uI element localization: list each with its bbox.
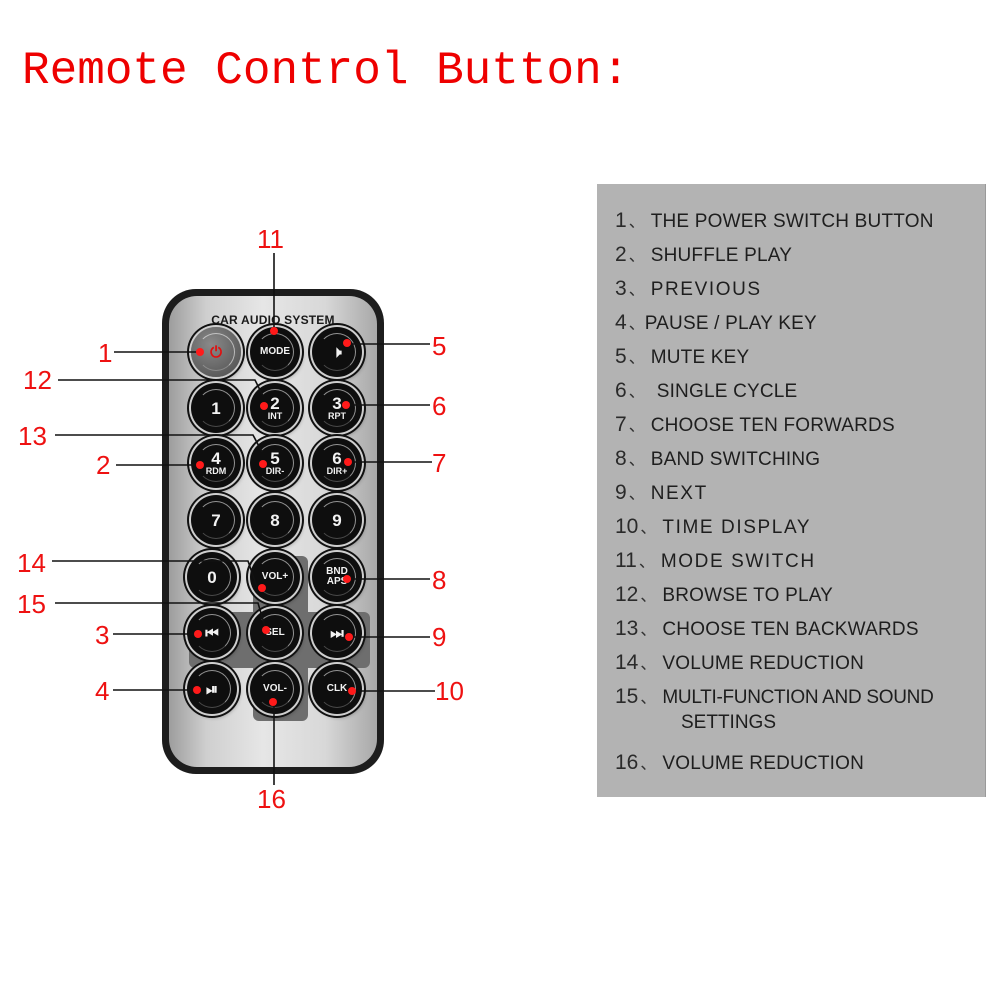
legend-item-15-continuation: SETTINGS [681,712,777,733]
callout-3: 3 [95,620,110,650]
button-0[interactable]: 0 [187,552,237,602]
legend-item-15: 15、 MULTI-FUNCTION AND SOUND [615,685,934,708]
legend-item-7: 7、 CHOOSE TEN FORWARDS [615,413,895,436]
button-8[interactable]: 8 [250,495,300,545]
callout-13: 13 [18,421,47,451]
button-label: 3 [332,394,342,413]
legend-item-9: 9、 NEXT [615,481,708,504]
callout-15: 15 [17,589,46,619]
mute-button[interactable]: 🕨 [312,327,362,377]
button-7[interactable]: 7 [191,495,241,545]
button-label: 2 [270,394,280,413]
marker-6 [342,401,350,409]
play-pause-icon: ⏯ [205,680,218,698]
button-1[interactable]: 1 [191,383,241,433]
marker-5 [343,339,351,347]
band-aps-button[interactable]: BND APS [312,552,362,602]
button-sublabel: RDM [205,466,227,476]
marker-15 [262,626,270,634]
marker-16 [269,698,277,706]
button-9[interactable]: 9 [312,495,362,545]
button-3-rpt[interactable]: 3 RPT [312,383,362,433]
legend-item-16: 16、 VOLUME REDUCTION [615,751,865,774]
legend-item-14: 14、 VOLUME REDUCTION [615,651,865,674]
button-label: 9 [332,510,342,530]
button-label: 0 [207,567,217,587]
volume-up-button[interactable]: VOL+ [250,552,300,602]
legend-item-1: 1、 THE POWER SWITCH BUTTON [615,209,934,232]
button-sublabel: INT [267,411,283,421]
button-label: 6 [332,449,342,468]
marker-8 [343,575,351,583]
button-label: VOL- [263,683,287,694]
marker-11 [270,327,278,335]
remote-brand-label: CAR AUDIO SYSTEM [211,313,335,327]
callout-5: 5 [432,331,447,361]
legend-item-6: 6、 SINGLE CYCLE [615,379,798,402]
power-icon: ⏻ [210,343,222,361]
legend-item-4: 4、 PAUSE / PLAY KEY [615,311,817,334]
legend-item-8: 8、 BAND SWITCHING [615,447,821,470]
button-label: 8 [270,510,280,530]
callout-2: 2 [96,450,111,480]
mode-button-label: MODE [260,346,290,357]
callout-12: 12 [23,365,52,395]
previous-icon: ⏮ [205,624,219,642]
legend-item-2: 2、 SHUFFLE PLAY [615,243,793,266]
marker-2 [196,461,204,469]
marker-14 [258,584,266,592]
callout-1: 1 [98,338,113,368]
marker-13 [259,460,267,468]
callout-7: 7 [432,448,447,478]
legend-item-3: 3、 PREVIOUS [615,277,762,300]
next-icon: ⏭ [330,624,344,642]
callout-14: 14 [17,548,46,578]
button-label: 5 [270,449,280,468]
legend-item-10: 10、 TIME DISPLAY [615,515,812,538]
select-button[interactable]: SEL [250,608,300,658]
callout-8: 8 [432,565,447,595]
button-2-int[interactable]: 2 INT [250,383,300,433]
button-label: VOL+ [261,571,289,582]
callout-9: 9 [432,622,447,652]
marker-10 [348,687,356,695]
mute-icon: 🕨 [332,343,342,361]
button-label: 7 [211,510,221,530]
button-sublabel: RPT [328,411,346,421]
callout-4: 4 [95,676,110,706]
marker-3 [194,630,202,638]
legend-item-5: 5、 MUTE KEY [615,345,750,368]
next-button[interactable]: ⏭ [312,608,362,658]
button-sublabel: DIR- [265,466,285,476]
button-5-dir-minus[interactable]: 5 DIR- [250,438,300,488]
callout-16: 16 [257,784,286,814]
volume-down-button[interactable]: VOL- [250,664,300,714]
button-6-dir-plus[interactable]: 6 DIR+ [312,438,362,488]
legend-item-12: 12、 BROWSE TO PLAY [615,583,834,606]
legend-item-13: 13、 CHOOSE TEN BACKWARDS [615,617,919,640]
marker-1 [196,348,204,356]
button-label: CLK [326,683,348,694]
callout-11: 11 [257,224,284,254]
button-label: 4 [211,449,221,468]
marker-7 [344,458,352,466]
marker-4 [193,686,201,694]
legend-panel: 1、 THE POWER SWITCH BUTTON 2、 SHUFFLE PLAY… [597,184,986,797]
callout-6: 6 [432,391,447,421]
marker-12 [260,402,268,410]
button-sublabel: DIR+ [326,466,348,476]
marker-9 [345,633,353,641]
callout-10: 10 [435,676,464,706]
legend-item-11: 11、 MODE SWITCH [615,549,816,572]
button-label: 1 [211,398,221,418]
page-title: Remote Control Button: [22,45,630,97]
